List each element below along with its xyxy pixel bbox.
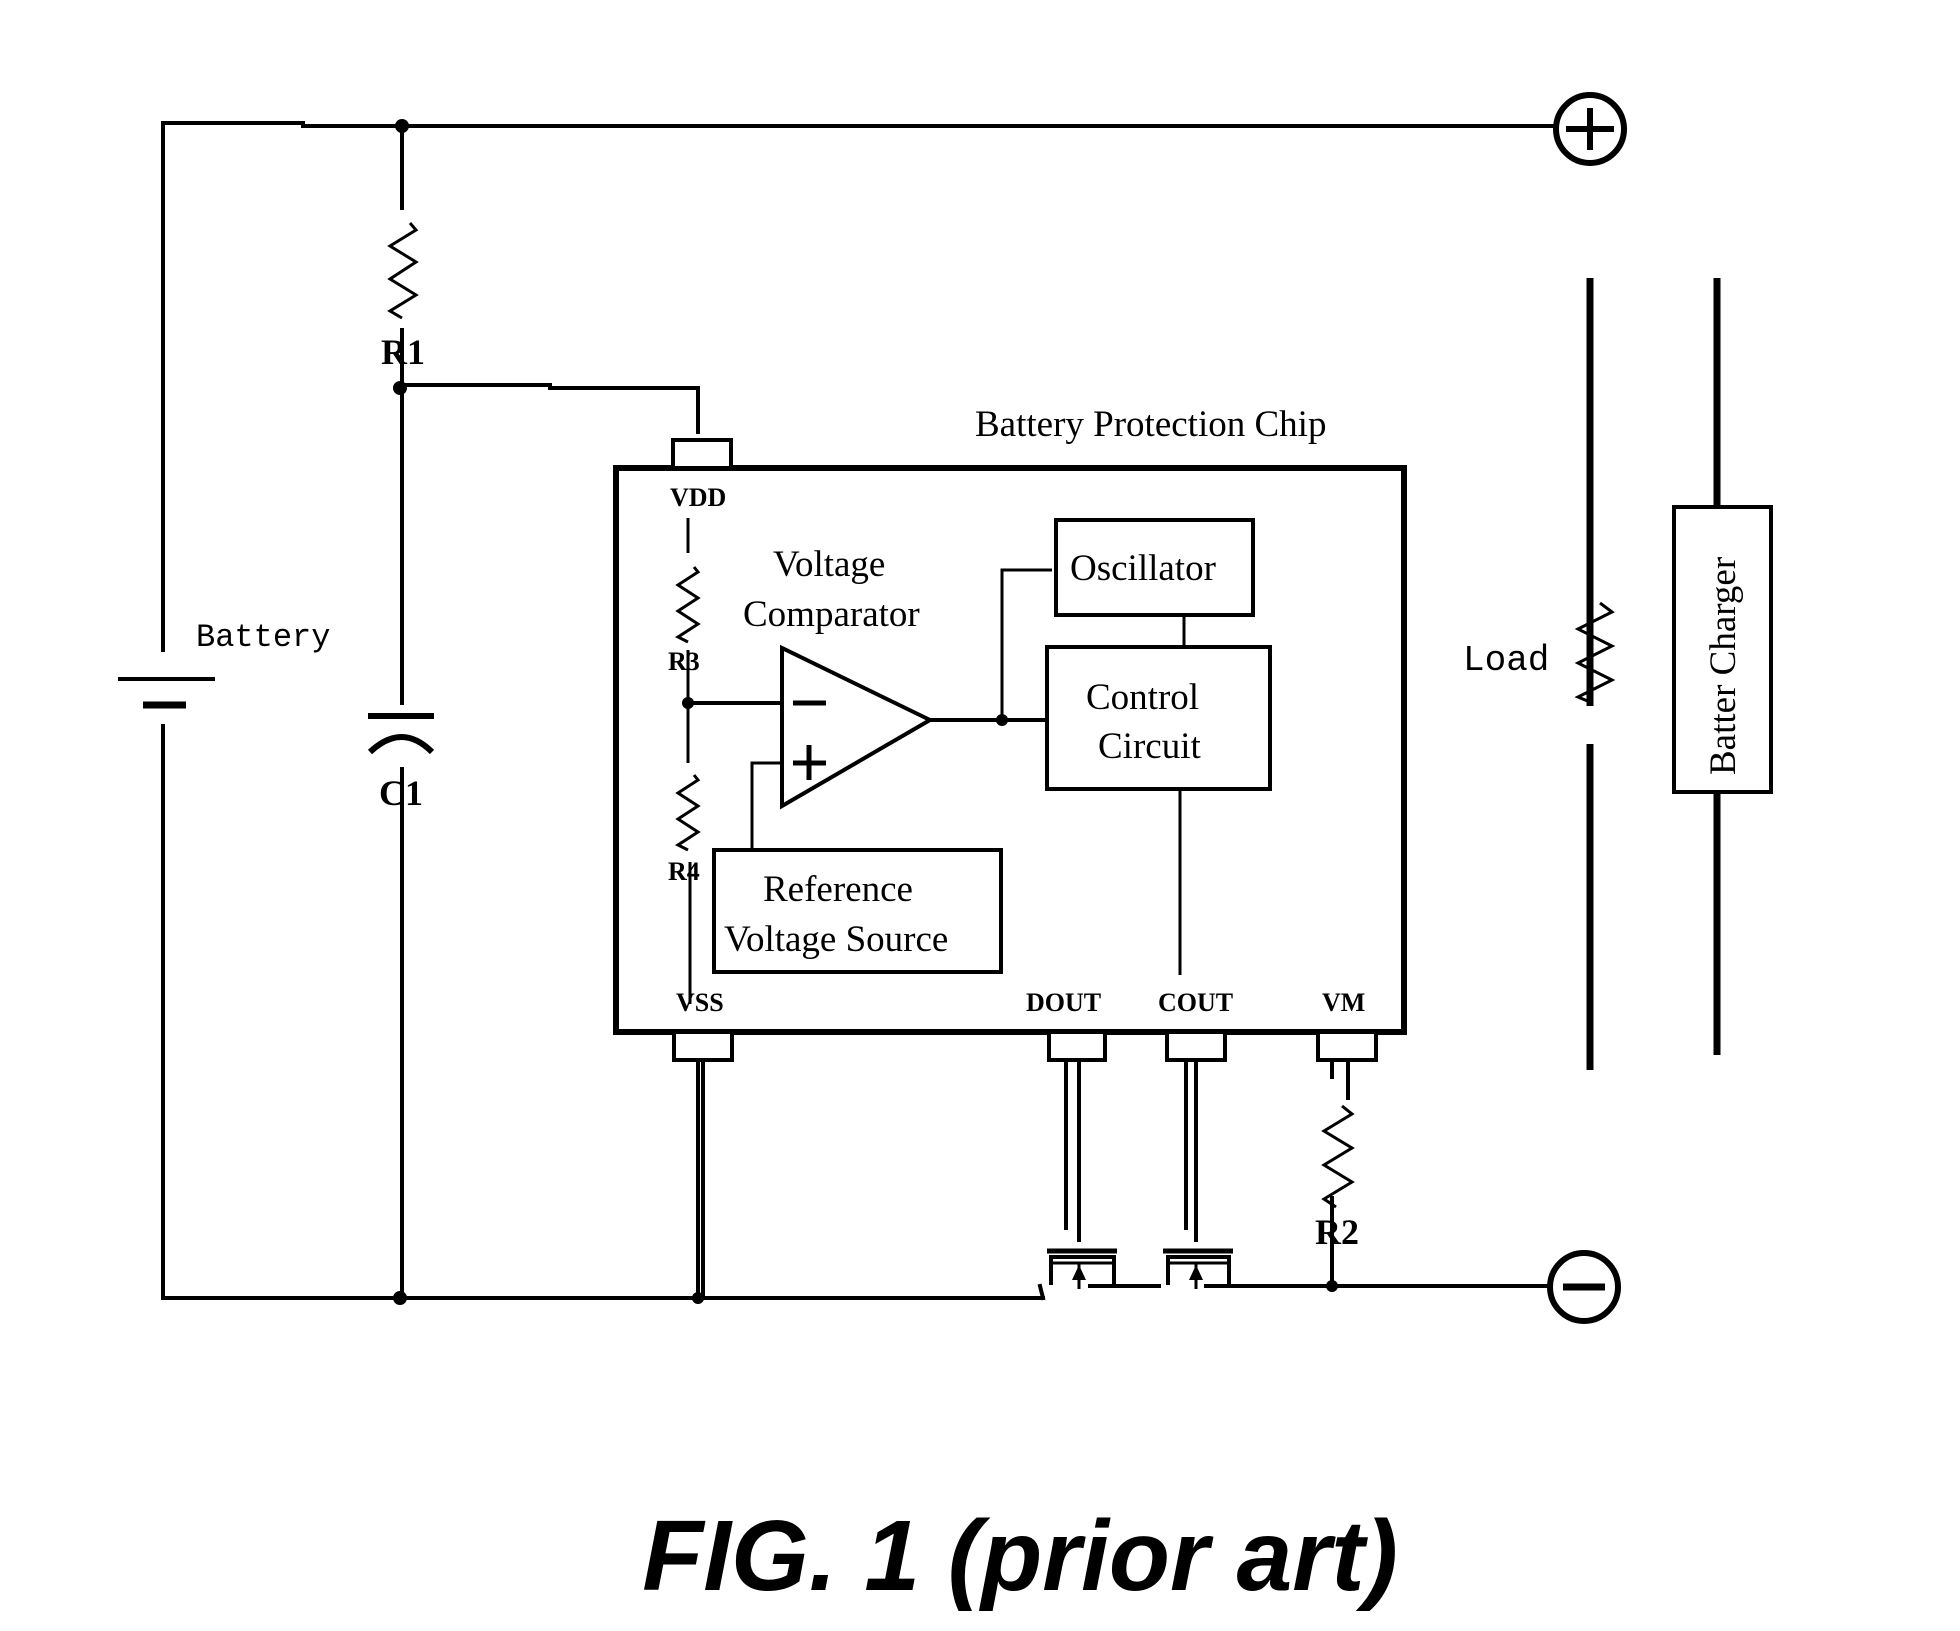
battery-symbol bbox=[118, 677, 215, 709]
load-resistor-icon bbox=[1574, 601, 1616, 704]
r2-label: R2 bbox=[1315, 1212, 1359, 1252]
cout-label: COUT bbox=[1158, 988, 1233, 1017]
charge-mosfet-icon bbox=[1163, 1248, 1233, 1289]
junction-dot bbox=[395, 119, 409, 133]
c1-capacitor-icon bbox=[367, 713, 435, 755]
load-label: Load bbox=[1463, 640, 1549, 681]
discharge-mosfet-icon bbox=[1047, 1248, 1117, 1289]
dout-label: DOUT bbox=[1026, 988, 1101, 1017]
r1-resistor-icon bbox=[387, 222, 419, 320]
plus-terminal-icon bbox=[1553, 92, 1627, 166]
figure-caption: FIG. 1 (prior art) bbox=[642, 1500, 1398, 1612]
r1-label: R1 bbox=[381, 332, 425, 372]
control-label-line1: Control bbox=[1086, 677, 1199, 718]
r3-label: R3 bbox=[668, 647, 700, 676]
circuit-diagram: Battery R1 C1 Battery Protection Chip VD… bbox=[118, 92, 1773, 1612]
vm-pin bbox=[1316, 1030, 1378, 1062]
c1-label: C1 bbox=[379, 773, 423, 813]
reference-label-line1: Reference bbox=[763, 869, 913, 910]
vdd-feed-wire bbox=[400, 383, 700, 434]
control-label-line2: Circuit bbox=[1098, 726, 1201, 767]
junction-dot bbox=[393, 1291, 407, 1305]
vm-label: VM bbox=[1322, 988, 1365, 1017]
control-circuit-block bbox=[1045, 645, 1272, 791]
cout-pin bbox=[1165, 1030, 1227, 1062]
vss-label: VSS bbox=[676, 988, 724, 1017]
junction-dot bbox=[1326, 1280, 1338, 1292]
battery-label: Battery bbox=[196, 619, 330, 656]
vdd-label: VDD bbox=[670, 483, 726, 512]
vdd-pin bbox=[671, 438, 733, 470]
oscillator-label: Oscillator bbox=[1070, 548, 1216, 589]
r2-resistor-icon bbox=[1321, 1104, 1355, 1209]
reference-label-line2: Voltage Source bbox=[724, 919, 948, 960]
junction-dot bbox=[996, 714, 1008, 726]
chip-title: Battery Protection Chip bbox=[975, 404, 1326, 445]
comparator-label-line1: Voltage bbox=[773, 544, 885, 585]
dout-pin bbox=[1047, 1030, 1107, 1062]
comparator-label-line2: Comparator bbox=[743, 594, 920, 635]
charger-label: Batter Charger bbox=[1703, 557, 1744, 775]
top-rail-wire bbox=[161, 121, 305, 302]
r4-label: R4 bbox=[668, 857, 700, 886]
vss-pin bbox=[672, 1030, 734, 1062]
junction-dot bbox=[393, 381, 407, 395]
minus-terminal-icon bbox=[1547, 1250, 1621, 1324]
